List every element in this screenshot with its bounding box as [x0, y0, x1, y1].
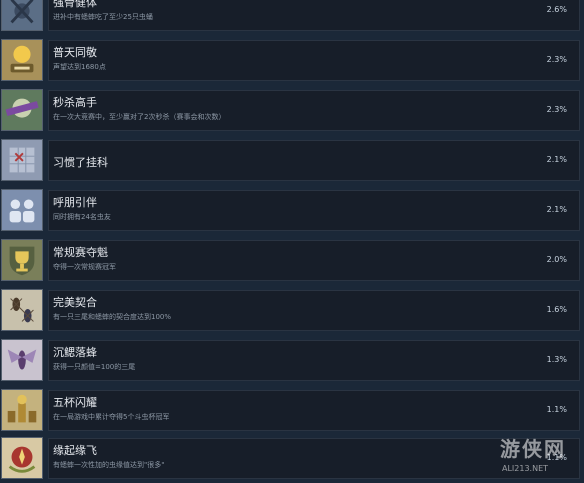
- crossed-grid-icon: [1, 139, 43, 181]
- winged-insect-icon: [1, 339, 43, 381]
- achievement-title: 习惯了挂科: [53, 156, 108, 169]
- achievement-title: 沉鳃落蜂: [53, 346, 97, 359]
- achievement-percent: 2.3%: [546, 55, 567, 64]
- watermark-subtext: ALI213.NET: [502, 464, 549, 473]
- achievement-row[interactable]: 缘起缘飞 有蟋蟀一次性加的虫缘值达到"很多" 1.1%: [0, 435, 584, 483]
- achievement-percent: 2.6%: [546, 5, 567, 14]
- achievement-row[interactable]: 五杯闪耀 在一局游戏中累计夺得5个斗虫杯冠军 1.1%: [0, 387, 584, 435]
- achievement-percent: 2.3%: [546, 105, 567, 114]
- achievement-card: 普天同敬 声望达到1680点 2.3%: [48, 40, 580, 81]
- watermark-text: 游侠网: [500, 437, 566, 461]
- achievement-row[interactable]: 秒杀高手 在一次大竞赛中，至少赢对了2次秒杀（赛事会和次数） 2.3%: [0, 87, 584, 135]
- achievement-description: 夺得一次常规赛冠军: [53, 263, 116, 271]
- achievement-row[interactable]: 习惯了挂科 2.1%: [0, 137, 584, 185]
- achievement-percent: 1.3%: [546, 355, 567, 364]
- achievement-description: 有一只三尾和蟋蟀的契合度达到100%: [53, 313, 172, 321]
- achievement-title: 普天同敬: [53, 46, 97, 59]
- achievement-description: 在一次大竞赛中，至少赢对了2次秒杀（赛事会和次数）: [53, 113, 226, 121]
- achievement-percent: 1.6%: [546, 305, 567, 314]
- achievement-description: 进补中有蟋蟀吃了至少25只虫蛹: [53, 13, 153, 21]
- achievement-card: 强骨健体 进补中有蟋蟀吃了至少25只虫蛹 2.6%: [48, 0, 580, 31]
- achievement-card: 常规赛夺魁 夺得一次常规赛冠军 2.0%: [48, 240, 580, 281]
- watermark-logo: 游侠网 ALI213.NET: [500, 433, 578, 473]
- achievement-card: 完美契合 有一只三尾和蟋蟀的契合度达到100% 1.6%: [48, 290, 580, 331]
- achievement-row[interactable]: 常规赛夺魁 夺得一次常规赛冠军 2.0%: [0, 237, 584, 285]
- achievement-title: 五杯闪耀: [53, 396, 97, 409]
- achievement-percent: 2.1%: [546, 155, 567, 164]
- achievement-description: 获得一只颜值=100的三尾: [53, 363, 136, 371]
- achievement-title: 完美契合: [53, 296, 97, 309]
- achievement-title: 秒杀高手: [53, 96, 97, 109]
- achievement-description: 在一局游戏中累计夺得5个斗虫杯冠军: [53, 413, 170, 421]
- crickets-icon: [1, 289, 43, 331]
- achievement-title: 常规赛夺魁: [53, 246, 108, 259]
- achievement-row[interactable]: 呼朋引伴 同时拥有24名虫友 2.1%: [0, 187, 584, 235]
- achievement-row[interactable]: 沉鳃落蜂 获得一只颜值=100的三尾 1.3%: [0, 337, 584, 385]
- achievement-card: 沉鳃落蜂 获得一只颜值=100的三尾 1.3%: [48, 340, 580, 381]
- achievement-percent: 1.1%: [546, 405, 567, 414]
- bell-ribbon-icon: [1, 89, 43, 131]
- achievement-row[interactable]: 完美契合 有一只三尾和蟋蟀的契合度达到100% 1.6%: [0, 287, 584, 335]
- medal-sun-icon: [1, 39, 43, 81]
- achievement-card: 五杯闪耀 在一局游戏中累计夺得5个斗虫杯冠军 1.1%: [48, 390, 580, 431]
- achievement-card: 习惯了挂科 2.1%: [48, 140, 580, 181]
- achievement-description: 有蟋蟀一次性加的虫缘值达到"很多": [53, 461, 165, 469]
- achievement-title: 强骨健体: [53, 0, 97, 9]
- achievement-title: 呼朋引伴: [53, 196, 97, 209]
- laurel-emblem-icon: [1, 437, 43, 479]
- achievement-description: 同时拥有24名虫友: [53, 213, 111, 221]
- insect-icon: [1, 0, 43, 31]
- trophy-shield-icon: [1, 239, 43, 281]
- five-cups-icon: [1, 389, 43, 431]
- achievement-row[interactable]: 普天同敬 声望达到1680点 2.3%: [0, 37, 584, 85]
- achievement-card: 呼朋引伴 同时拥有24名虫友 2.1%: [48, 190, 580, 231]
- people-icon: [1, 189, 43, 231]
- achievement-percent: 2.0%: [546, 255, 567, 264]
- achievement-description: 声望达到1680点: [53, 63, 106, 71]
- achievement-title: 缘起缘飞: [53, 444, 97, 457]
- achievement-card: 秒杀高手 在一次大竞赛中，至少赢对了2次秒杀（赛事会和次数） 2.3%: [48, 90, 580, 131]
- achievement-row[interactable]: 强骨健体 进补中有蟋蟀吃了至少25只虫蛹 2.6%: [0, 0, 584, 35]
- achievement-percent: 2.1%: [546, 205, 567, 214]
